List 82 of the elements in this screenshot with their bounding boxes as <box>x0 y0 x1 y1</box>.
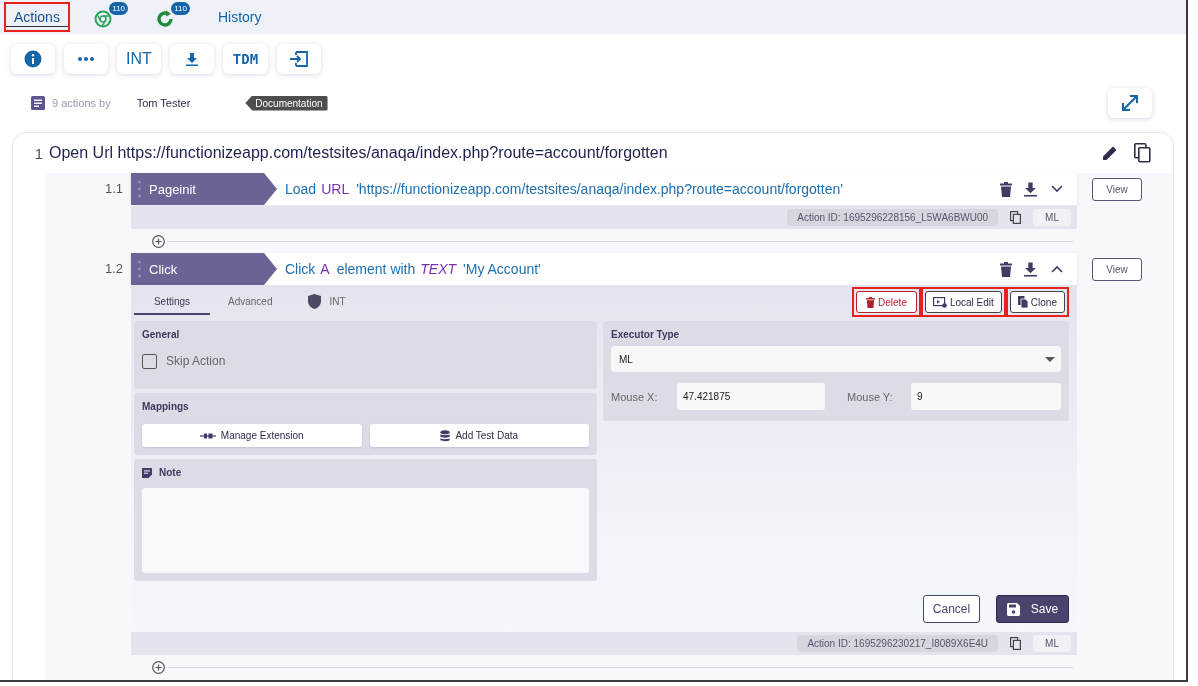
toolbar-button[interactable] <box>170 44 214 74</box>
executor-select[interactable]: ML <box>611 346 1061 372</box>
database-icon <box>440 429 451 442</box>
count-badge: 110 <box>109 2 128 15</box>
delete-button[interactable]: Delete <box>856 291 917 313</box>
expand-icon <box>1121 94 1139 112</box>
trash-icon[interactable] <box>1000 181 1012 197</box>
clone-button[interactable]: Clone <box>1009 291 1065 313</box>
action-number: 1 <box>33 144 43 162</box>
toolbar-button[interactable] <box>64 44 108 74</box>
collapse-icon[interactable] <box>1051 265 1063 273</box>
mouse-y-field[interactable]: 9 <box>911 383 1061 410</box>
add-step-icon[interactable] <box>152 234 165 248</box>
drag-handle-icon <box>138 260 141 278</box>
section-title: General <box>142 329 181 340</box>
step-number: 1.2 <box>103 260 124 278</box>
copy-icon[interactable] <box>1134 143 1151 163</box>
author-name: Tom Tester <box>136 97 191 109</box>
edit-icon[interactable] <box>1102 145 1118 161</box>
toolbar-button[interactable] <box>277 44 321 74</box>
step-description: Load URL 'https://functionizeapp.com/testsites/anaqa/index.php?route=account/forgotten' <box>285 181 843 197</box>
executor-label: ML <box>1033 209 1071 226</box>
step-type-text: Click <box>149 261 178 277</box>
refresh-icon <box>155 10 174 28</box>
more-icon <box>78 57 94 61</box>
tag: Documentation <box>245 95 328 111</box>
executor-label: ML <box>1033 635 1071 652</box>
add-step-icon[interactable] <box>152 660 165 674</box>
expand-icon[interactable] <box>1051 185 1063 193</box>
action-title: Open Url https://functionizeapp.com/testsites/anaqa/index.php?route=account/forgotten <box>49 144 668 162</box>
copy-icon <box>1017 296 1028 308</box>
tab[interactable]: Settings <box>134 289 210 315</box>
view-button[interactable]: View <box>1092 258 1142 281</box>
manage-extension-button[interactable]: Manage Extension <box>142 424 362 447</box>
save-icon <box>1006 602 1020 616</box>
tab[interactable]: Advanced <box>210 289 291 315</box>
action-id: Action ID: 1695296230217_I8089X6E4U <box>797 635 999 652</box>
checkbox[interactable] <box>142 353 157 369</box>
exit-icon <box>289 51 309 67</box>
tab[interactable]: History <box>207 2 272 32</box>
step-number: 1.1 <box>103 180 124 198</box>
mouse-x-field[interactable]: 47.421875 <box>677 383 825 410</box>
browser-icon <box>93 10 112 28</box>
toolbar-button[interactable] <box>11 44 55 74</box>
tab[interactable]: Actions <box>4 2 70 32</box>
download-icon <box>186 52 198 66</box>
copy-icon[interactable] <box>1010 211 1022 224</box>
step-description: Click A element with TEXT 'My Account' <box>285 261 541 277</box>
expand-button[interactable] <box>1108 88 1152 118</box>
field-label: Mouse Y: <box>847 390 894 403</box>
step-type-text: Pageinit <box>149 181 196 197</box>
add-test-data-button[interactable]: Add Test Data <box>369 424 589 447</box>
info-icon <box>24 50 42 68</box>
note-field[interactable] <box>142 488 589 573</box>
toolbar-button[interactable]: INT <box>117 44 161 74</box>
count-badge: 110 <box>171 2 190 15</box>
action-id: Action ID: 1695296228156_L5WA6BWU00 <box>787 209 999 226</box>
document-icon <box>31 96 45 110</box>
local-edit-button[interactable]: Local Edit <box>924 291 1002 313</box>
action-count: 9 actions by <box>52 97 111 109</box>
field-label: Mouse X: <box>611 390 659 403</box>
copy-icon[interactable] <box>1010 637 1022 650</box>
trash-icon <box>866 296 876 308</box>
plug-icon <box>199 432 216 439</box>
caret-icon <box>1045 356 1055 362</box>
cancel-button[interactable]: Cancel <box>923 595 980 623</box>
section-title: Mappings <box>142 401 190 412</box>
toolbar-button[interactable]: TDM <box>223 44 268 74</box>
tab[interactable]: INT <box>290 289 364 315</box>
shield-icon <box>308 293 322 309</box>
view-button[interactable]: View <box>1092 178 1142 201</box>
drag-handle-icon <box>138 180 141 198</box>
tab[interactable]: 110 <box>145 2 194 32</box>
save-button[interactable]: Save <box>996 595 1069 623</box>
download-icon[interactable] <box>1024 261 1037 277</box>
tab[interactable]: 110 <box>83 2 132 32</box>
checkbox-label: Skip Action <box>166 354 226 368</box>
download-icon[interactable] <box>1024 181 1037 197</box>
section-title: Note <box>159 467 182 478</box>
trash-icon[interactable] <box>1000 261 1012 277</box>
note-icon <box>142 467 152 478</box>
section-title: Executor Type <box>611 329 681 340</box>
